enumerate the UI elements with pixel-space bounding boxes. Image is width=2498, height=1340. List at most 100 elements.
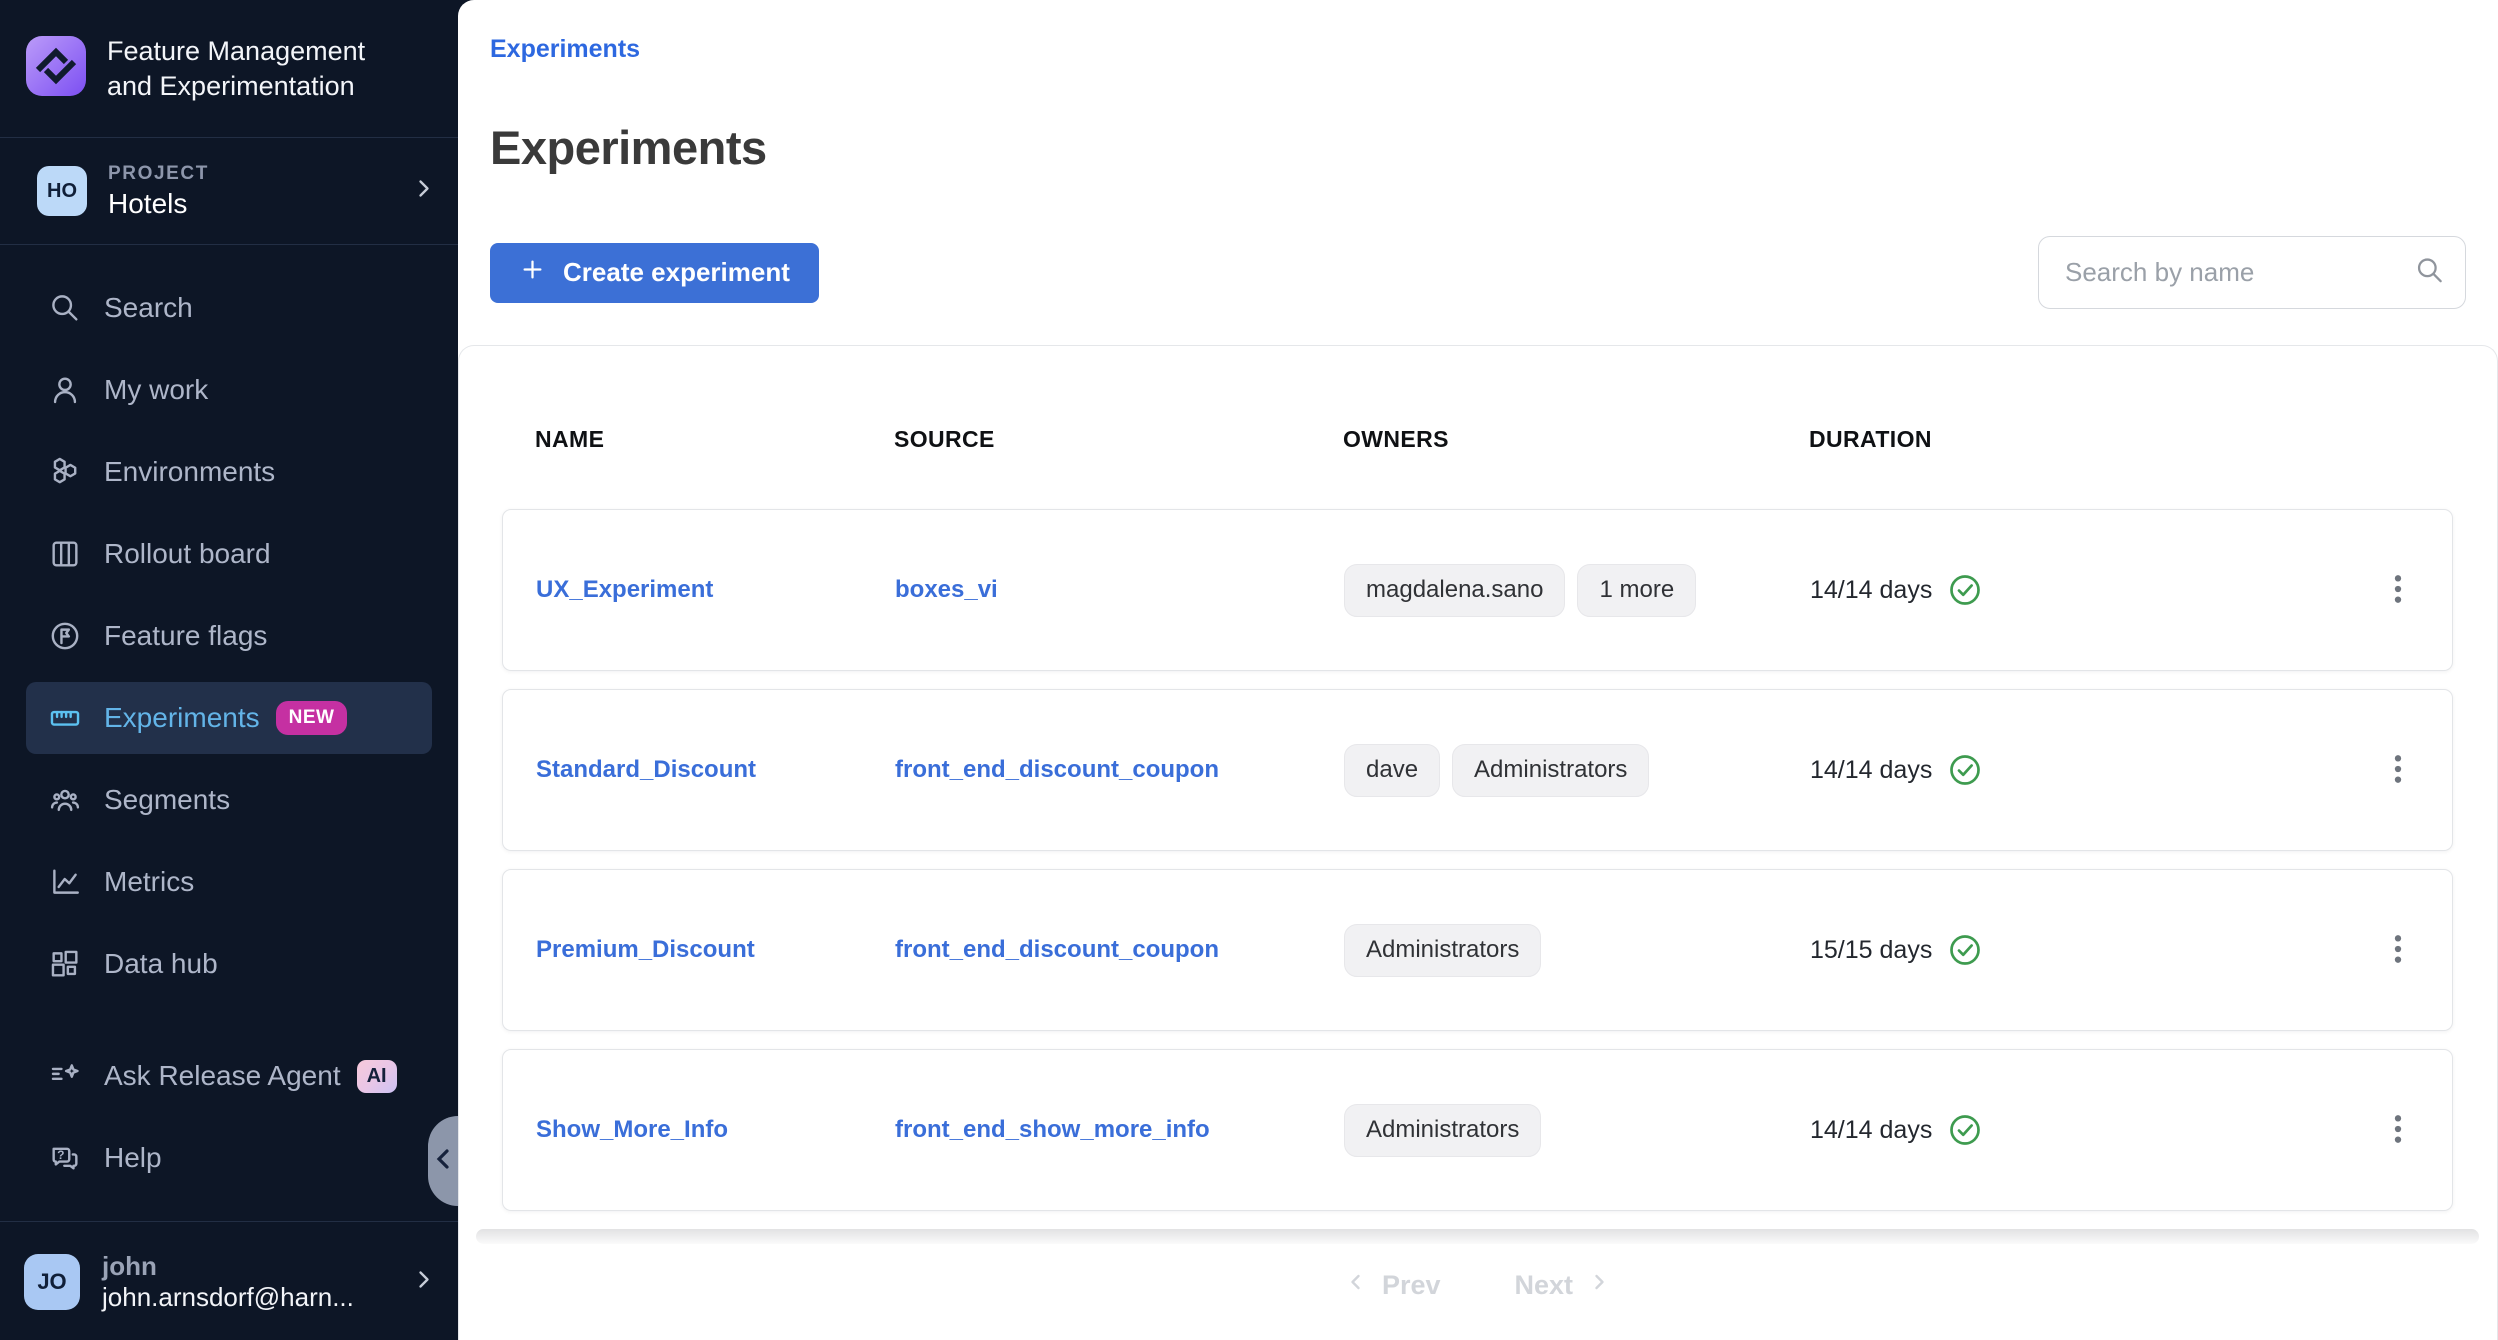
source-link[interactable]: front_end_discount_coupon xyxy=(895,756,1219,783)
experiment-name-link[interactable]: Show_More_Info xyxy=(536,1116,728,1143)
owners-cell: daveAdministrators xyxy=(1344,744,1810,797)
kebab-icon xyxy=(2378,569,2418,612)
experiment-name-link[interactable]: UX_Experiment xyxy=(536,576,713,603)
new-badge: NEW xyxy=(276,701,348,735)
data-hub-icon xyxy=(48,947,82,981)
owner-chip[interactable]: dave xyxy=(1344,744,1440,797)
table-header: NAME SOURCE OWNERS DURATION xyxy=(502,346,2453,509)
chevron-right-icon xyxy=(1587,1270,1611,1301)
help-icon: ? xyxy=(48,1141,82,1175)
status-complete-icon xyxy=(1947,572,1983,608)
metrics-icon xyxy=(48,865,82,899)
pagination-prev-button[interactable]: Prev xyxy=(1344,1270,1441,1301)
user-email: john.arnsdorf@harn... xyxy=(102,1282,354,1313)
ai-badge: AI xyxy=(357,1060,397,1093)
app-logo-icon xyxy=(24,34,88,103)
owner-chip[interactable]: 1 more xyxy=(1577,564,1696,617)
brand: Feature Management and Experimentation xyxy=(0,0,458,137)
row-menu-button[interactable] xyxy=(2374,745,2422,796)
column-header-owners: OWNERS xyxy=(1343,426,1809,453)
ruler-icon xyxy=(48,701,82,735)
column-header-duration: DURATION xyxy=(1809,426,2329,453)
owner-chip[interactable]: Administrators xyxy=(1344,1104,1541,1157)
project-label: PROJECT xyxy=(108,163,209,185)
owner-chip[interactable]: magdalena.sano xyxy=(1344,564,1565,617)
chevron-left-icon xyxy=(1344,1270,1368,1301)
duration-cell: 14/14 days xyxy=(1810,752,2330,788)
user-name: john xyxy=(102,1251,354,1282)
app-title: Feature Management and Experimentation xyxy=(107,34,365,104)
page-title: Experiments xyxy=(490,121,2466,175)
breadcrumb: Experiments xyxy=(490,34,2466,65)
toolbar: Create experiment xyxy=(490,235,2466,310)
sidebar-item-experiments[interactable]: ExperimentsNEW xyxy=(26,682,432,754)
owners-cell: Administrators xyxy=(1344,1104,1810,1157)
row-menu-button[interactable] xyxy=(2374,565,2422,616)
experiments-panel: NAME SOURCE OWNERS DURATION UX_Experimen… xyxy=(458,345,2498,1340)
sidebar-item-search[interactable]: Search xyxy=(0,267,458,349)
source-link[interactable]: front_end_show_more_info xyxy=(895,1116,1210,1143)
experiment-name-link[interactable]: Standard_Discount xyxy=(536,756,756,783)
kebab-icon xyxy=(2378,749,2418,792)
page-header: Experiments Experiments Create experimen… xyxy=(458,0,2498,345)
search-box xyxy=(2038,236,2466,309)
duration-cell: 14/14 days xyxy=(1810,1112,2330,1148)
column-header-source: SOURCE xyxy=(894,426,1343,453)
row-menu-button[interactable] xyxy=(2374,925,2422,976)
avatar: JO xyxy=(24,1254,80,1310)
main-content: Experiments Experiments Create experimen… xyxy=(458,0,2498,1340)
user-icon xyxy=(48,373,82,407)
duration-text: 14/14 days xyxy=(1810,576,1932,605)
duration-text: 14/14 days xyxy=(1810,1116,1932,1145)
owner-chip[interactable]: Administrators xyxy=(1452,744,1649,797)
sparkle-icon xyxy=(48,1059,82,1093)
row-menu-button[interactable] xyxy=(2374,1105,2422,1156)
owner-chip[interactable]: Administrators xyxy=(1344,924,1541,977)
table-row: Standard_Discount front_end_discount_coup… xyxy=(502,689,2453,851)
duration-cell: 14/14 days xyxy=(1810,572,2330,608)
sidebar-item-help[interactable]: ?Help xyxy=(0,1117,458,1199)
source-link[interactable]: front_end_discount_coupon xyxy=(895,936,1219,963)
feature-flags-icon xyxy=(48,619,82,653)
pagination-next-button[interactable]: Next xyxy=(1515,1270,1612,1301)
sidebar-item-environments[interactable]: Environments xyxy=(0,431,458,513)
pagination: Prev Next xyxy=(502,1270,2453,1301)
sidebar-item-ask-release-agent[interactable]: Ask Release AgentAI xyxy=(0,1035,458,1117)
sidebar-item-my-work[interactable]: My work xyxy=(0,349,458,431)
breadcrumb-experiments-link[interactable]: Experiments xyxy=(490,35,640,63)
sidebar-item-rollout-board[interactable]: Rollout board xyxy=(0,513,458,595)
duration-text: 15/15 days xyxy=(1810,936,1932,965)
sidebar-item-feature-flags[interactable]: Feature flags xyxy=(0,595,458,677)
sidebar: Feature Management and Experimentation H… xyxy=(0,0,458,1340)
table-row: Show_More_Info front_end_show_more_info Ad… xyxy=(502,1049,2453,1211)
owners-cell: magdalena.sano1 more xyxy=(1344,564,1810,617)
project-selector[interactable]: HO PROJECT Hotels xyxy=(0,138,458,244)
chevron-right-icon xyxy=(410,175,438,208)
source-link[interactable]: boxes_vi xyxy=(895,576,998,603)
experiment-name-link[interactable]: Premium_Discount xyxy=(536,936,755,963)
status-complete-icon xyxy=(1947,1112,1983,1148)
sidebar-item-data-hub[interactable]: Data hub xyxy=(0,923,458,1005)
project-name: Hotels xyxy=(108,188,209,220)
chevron-right-icon xyxy=(410,1265,438,1298)
horizontal-scrollbar[interactable] xyxy=(476,1229,2479,1244)
table-row: Premium_Discount front_end_discount_coupo… xyxy=(502,869,2453,1031)
duration-text: 14/14 days xyxy=(1810,756,1932,785)
column-header-name: NAME xyxy=(535,426,894,453)
chevron-left-icon xyxy=(435,1148,451,1175)
rollout-board-icon xyxy=(48,537,82,571)
user-menu[interactable]: JO john john.arnsdorf@harn... xyxy=(0,1222,458,1340)
project-badge: HO xyxy=(37,166,87,216)
create-experiment-button[interactable]: Create experiment xyxy=(490,243,819,303)
svg-text:?: ? xyxy=(57,1148,64,1162)
sidebar-nav: SearchMy workEnvironmentsRollout boardFe… xyxy=(0,245,458,1199)
plus-icon xyxy=(519,256,546,290)
sidebar-collapse-handle[interactable] xyxy=(428,1116,458,1206)
app-window: Feature Management and Experimentation H… xyxy=(0,0,2498,1340)
sidebar-item-metrics[interactable]: Metrics xyxy=(0,841,458,923)
table-row: UX_Experiment boxes_vi magdalena.sano1 mor… xyxy=(502,509,2453,671)
search-input[interactable] xyxy=(2038,236,2466,309)
status-complete-icon xyxy=(1947,752,1983,788)
search-icon xyxy=(48,291,82,325)
sidebar-item-segments[interactable]: Segments xyxy=(0,759,458,841)
